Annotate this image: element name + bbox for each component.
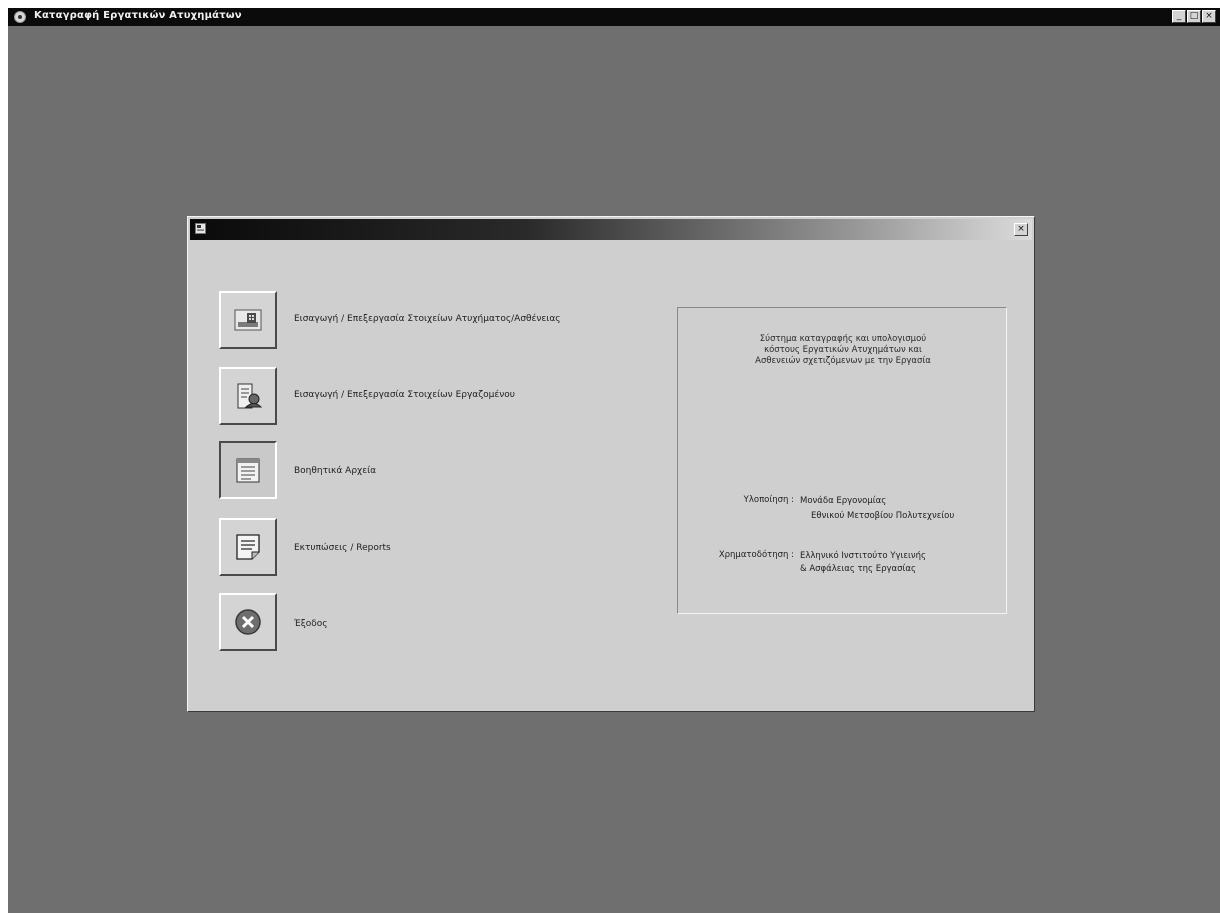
printouts-reports-icon bbox=[236, 534, 260, 560]
app-icon bbox=[14, 11, 26, 23]
accident-data-button[interactable] bbox=[219, 291, 277, 349]
maximize-button[interactable]: □ bbox=[1187, 10, 1201, 23]
system-description: Σύστημα καταγραφής και υπολογισμού κόστο… bbox=[698, 334, 988, 367]
minimize-button[interactable]: _ bbox=[1172, 10, 1186, 23]
funding-line: & Ασφάλειας της Εργασίας bbox=[800, 564, 916, 574]
accident-data-label: Εισαγωγή / Επεξεργασία Στοιχείων Ατυχήμα… bbox=[294, 314, 561, 324]
main-menu-dialog: × Εισαγωγή / Επεξεργασία Στοιχείων Ατυχή… bbox=[187, 216, 1035, 712]
employee-data-button[interactable] bbox=[219, 367, 277, 425]
printouts-reports-button[interactable] bbox=[219, 518, 277, 576]
description-line: κόστους Εργατικών Ατυχημάτων και bbox=[764, 345, 922, 355]
description-line: Σύστημα καταγραφής και υπολογισμού bbox=[759, 334, 927, 344]
employee-data-label: Εισαγωγή / Επεξεργασία Στοιχείων Εργαζομ… bbox=[294, 390, 515, 400]
funding-label: Χρηματοδότηση : bbox=[718, 550, 794, 560]
printouts-reports-label: Εκτυπώσεις / Reports bbox=[294, 543, 391, 553]
app-title: Καταγραφή Εργατικών Ατυχημάτων bbox=[34, 10, 242, 21]
funding-line: Ελληνικό Ινστιτούτο Υγιεινής bbox=[800, 551, 926, 561]
dialog-titlebar[interactable]: × bbox=[190, 219, 1032, 240]
auxiliary-files-label: Βοηθητικά Αρχεία bbox=[294, 466, 377, 476]
auxiliary-files-button[interactable] bbox=[219, 441, 277, 499]
info-panel: Σύστημα καταγραφής και υπολογισμού κόστο… bbox=[677, 307, 1007, 614]
exit-button[interactable] bbox=[219, 593, 277, 651]
window-controls: _ □ × bbox=[1172, 10, 1216, 23]
exit-label: Έξοδος bbox=[294, 619, 328, 629]
app-titlebar[interactable]: Καταγραφή Εργατικών Ατυχημάτων _ □ × bbox=[8, 8, 1220, 26]
auxiliary-files-icon bbox=[236, 458, 260, 483]
implementation-line: Εθνικού Μετσοβίου Πολυτεχνείου bbox=[811, 511, 955, 521]
implementation-label: Υλοποίηση : bbox=[743, 495, 794, 505]
dialog-close-button[interactable]: × bbox=[1014, 223, 1028, 236]
close-button[interactable]: × bbox=[1202, 10, 1216, 23]
employee-data-icon bbox=[237, 383, 263, 409]
implementation-line: Μονάδα Εργονομίας bbox=[800, 496, 887, 506]
exit-icon bbox=[235, 609, 261, 635]
form-icon bbox=[195, 223, 206, 234]
accident-data-icon bbox=[234, 309, 262, 331]
description-line: Ασθενειών σχετιζόμενων με την Εργασία bbox=[755, 356, 931, 366]
